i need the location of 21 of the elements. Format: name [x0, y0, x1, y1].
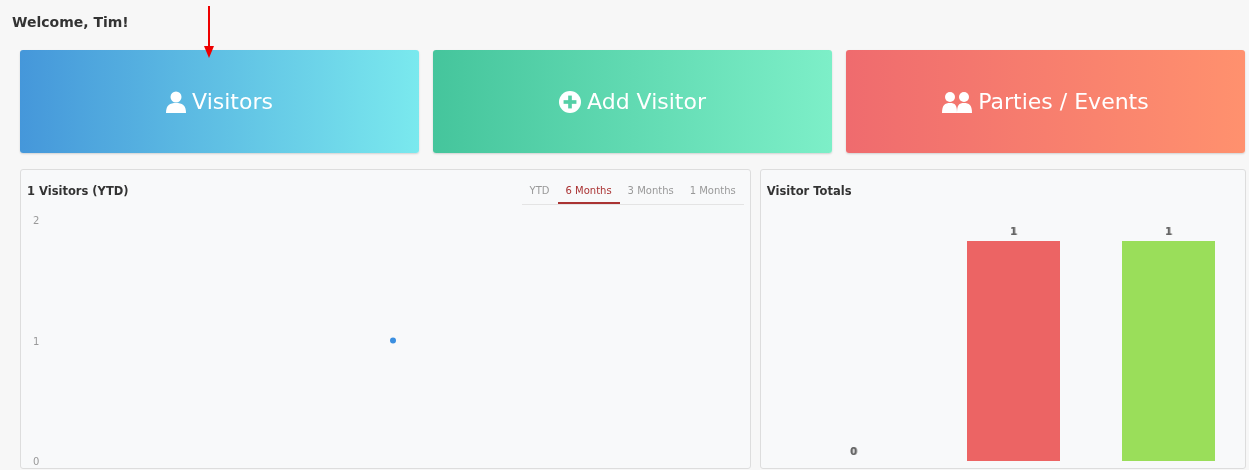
- panel-title: Visitor Totals: [766, 184, 852, 198]
- bar-value-label: 1: [1164, 226, 1172, 237]
- period-tab[interactable]: YTD: [521, 182, 558, 204]
- parties-tile-button[interactable]: Parties / Events: [846, 50, 1245, 153]
- y-tick-label: 2: [33, 215, 40, 226]
- group-icon: [942, 90, 973, 113]
- welcome-heading: Welcome, Tim!: [12, 14, 129, 32]
- period-tab[interactable]: 3 Months: [619, 182, 682, 204]
- data-point: [390, 337, 396, 344]
- y-tick-label: 1: [33, 335, 40, 347]
- y-tick-label: 0: [33, 456, 40, 467]
- annotation-arrow: [204, 6, 214, 58]
- plus-circle-icon: [559, 90, 581, 113]
- person-icon: [166, 90, 187, 113]
- period-tab[interactable]: 1 Months: [681, 182, 744, 204]
- bar-value-label: 1: [1009, 226, 1017, 237]
- bar-value-label: 0: [849, 446, 857, 457]
- visitors-tile-button[interactable]: Visitors: [20, 50, 419, 153]
- add-tile-button[interactable]: Add Visitor: [433, 50, 832, 153]
- panel-title: 1 Visitors (YTD): [27, 184, 129, 198]
- period-tab[interactable]: 6 Months: [557, 182, 620, 204]
